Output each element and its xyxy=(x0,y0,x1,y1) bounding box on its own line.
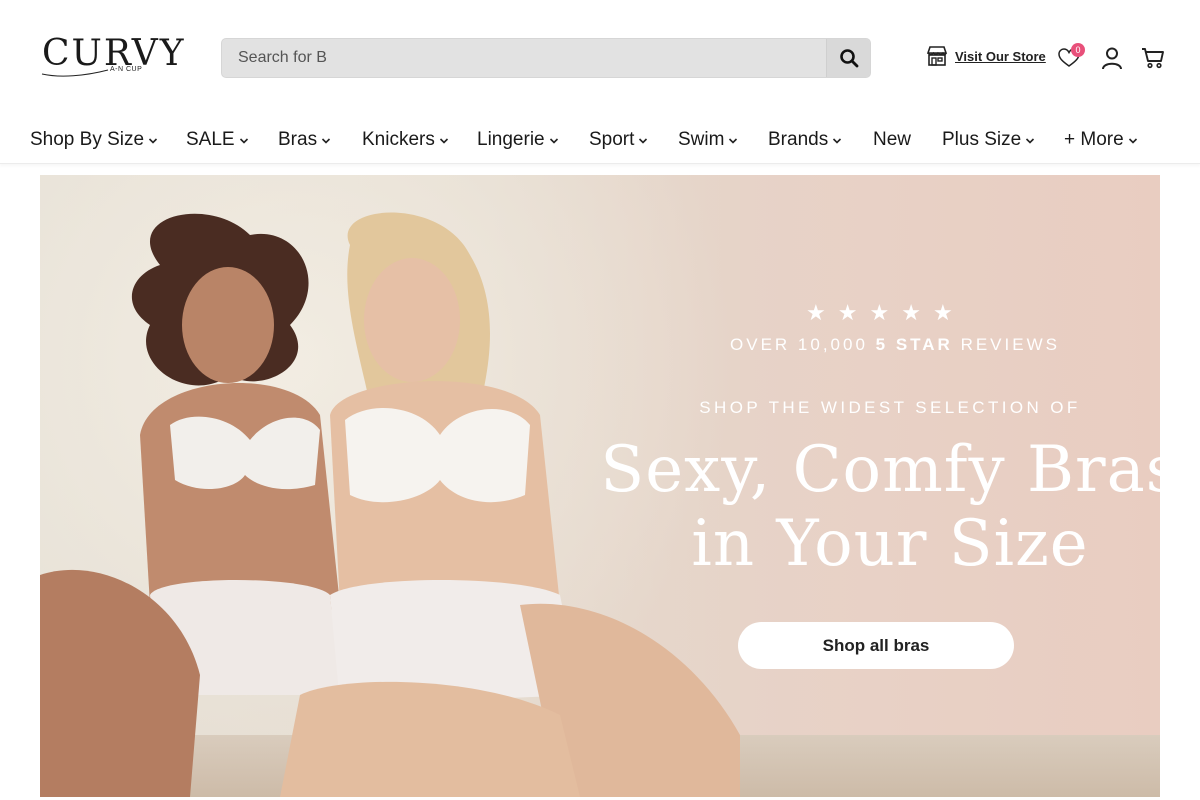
visit-store-label: Visit Our Store xyxy=(955,48,1046,64)
star-icon: ★ xyxy=(932,300,953,325)
header-utilities: Visit Our Store 0 xyxy=(926,43,1166,72)
nav-item-sport[interactable]: Sport xyxy=(589,129,648,151)
search-input[interactable] xyxy=(222,39,828,77)
nav-item-label: Sport xyxy=(589,129,635,150)
search-icon xyxy=(839,49,858,68)
hero-banner[interactable]: ★ ★ ★ ★ ★ OVER 10,000 5 STAR REVIEWS SHO… xyxy=(40,175,1160,797)
reviews-prefix: OVER 10,000 xyxy=(730,335,876,354)
chevron-down-icon xyxy=(239,138,248,144)
chevron-down-icon xyxy=(439,138,448,144)
wishlist-count-badge: 0 xyxy=(1071,43,1085,57)
search-bar xyxy=(221,38,871,78)
nav-item-new[interactable]: New xyxy=(873,129,911,151)
logo-tagline: A-N CUP xyxy=(110,66,143,73)
nav-item-label: Lingerie xyxy=(477,129,545,150)
chevron-down-icon xyxy=(149,138,158,144)
nav-item-label: Swim xyxy=(678,129,725,150)
chevron-down-icon xyxy=(639,138,648,144)
chevron-down-icon xyxy=(322,138,331,144)
chevron-down-icon xyxy=(549,138,558,144)
nav-item-swim[interactable]: Swim xyxy=(678,129,738,151)
nav-item-sale[interactable]: SALE xyxy=(186,129,249,151)
reviews-suffix: REVIEWS xyxy=(952,335,1060,354)
user-icon xyxy=(1102,47,1122,70)
cart-icon xyxy=(1142,48,1164,69)
nav-item-label: Knickers xyxy=(362,129,435,150)
rating-stars: ★ ★ ★ ★ ★ xyxy=(806,302,953,324)
nav-item-bras[interactable]: Bras xyxy=(278,129,331,151)
nav-item-more[interactable]: + More xyxy=(1064,129,1138,151)
star-icon: ★ xyxy=(901,300,921,325)
nav-item-lingerie[interactable]: Lingerie xyxy=(477,129,559,151)
nav-item-knickers[interactable]: Knickers xyxy=(362,129,449,151)
nav-item-label: Shop By Size xyxy=(30,129,145,150)
hero-headline-line-1: Sexy, Comfy Bras xyxy=(600,433,1160,507)
star-icon: ★ xyxy=(806,300,826,325)
chevron-down-icon xyxy=(833,138,842,144)
hero-kicker: SHOP THE WIDEST SELECTION OF xyxy=(699,398,1081,417)
chevron-down-icon xyxy=(1026,138,1035,144)
nav-item-plus-size[interactable]: Plus Size xyxy=(942,129,1035,151)
hero-headline: Sexy, Comfy Bras in Your Size xyxy=(600,433,1160,581)
nav-item-shop-by-size[interactable]: Shop By Size xyxy=(30,129,158,151)
nav-item-label: New xyxy=(873,129,912,150)
store-icon xyxy=(926,46,948,66)
account-button[interactable] xyxy=(1100,46,1124,70)
nav-item-label: + More xyxy=(1064,129,1124,150)
star-icon: ★ xyxy=(869,300,890,325)
nav-item-label: Plus Size xyxy=(942,129,1022,150)
wishlist-button[interactable]: 0 xyxy=(1058,43,1085,70)
search-button[interactable] xyxy=(826,39,870,77)
chevron-down-icon xyxy=(729,138,738,144)
nav-item-label: Brands xyxy=(768,129,829,150)
cart-button[interactable] xyxy=(1141,47,1165,71)
brand-logo[interactable]: CURVY A-N CUP xyxy=(40,36,183,80)
nav-item-label: SALE xyxy=(186,129,235,150)
site-header: CURVY A-N CUP Visit Our Store xyxy=(0,0,1200,116)
reviews-highlight: 5 STAR xyxy=(875,335,953,354)
main-navigation: Shop By Size SALE Bras Knickers Lingerie… xyxy=(0,122,1200,164)
logo-swoosh-icon xyxy=(41,69,109,77)
visit-store-link[interactable]: Visit Our Store xyxy=(926,46,1046,66)
chevron-down-icon xyxy=(1128,138,1137,144)
star-icon: ★ xyxy=(837,300,858,325)
shop-all-bras-button[interactable]: Shop all bras xyxy=(738,622,1014,669)
reviews-tagline: OVER 10,000 5 STAR REVIEWS xyxy=(660,335,1130,355)
nav-item-label: Bras xyxy=(278,129,318,150)
hero-headline-line-2: in Your Size xyxy=(691,507,1089,581)
nav-item-brands[interactable]: Brands xyxy=(768,129,842,151)
